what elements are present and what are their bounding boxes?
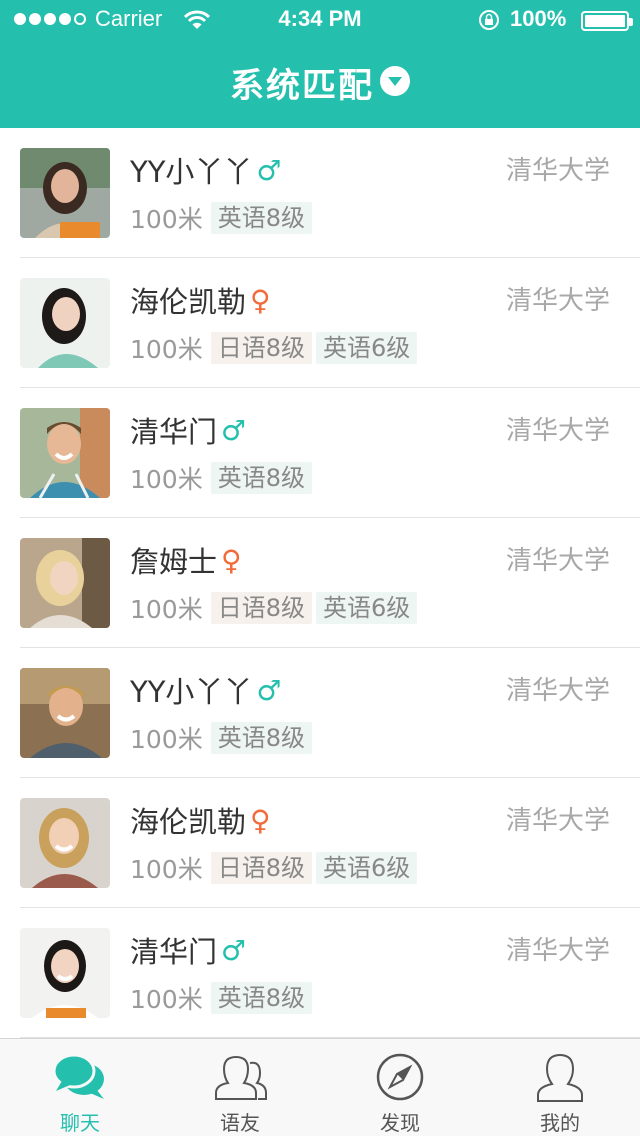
user-school: 清华大学 [505,286,610,316]
list-item[interactable]: 詹姆士 ♀ 清华大学 100米 日语8级 英语6级 [0,518,640,648]
language-tag: 日语8级 [210,592,312,624]
user-distance: 100米 [130,205,203,234]
profile-icon [537,1053,583,1102]
user-distance: 100米 [130,335,203,364]
avatar [20,798,110,888]
user-distance: 100米 [130,855,203,884]
language-tag: 英语6级 [316,592,418,624]
tab-label: 我的 [540,1111,580,1135]
user-distance: 100米 [130,985,203,1014]
battery-percentage: 100% [510,6,567,31]
user-school: 清华大学 [505,546,610,576]
female-icon: ♀ [250,803,271,837]
avatar [20,278,110,368]
tab-label: 发现 [380,1111,420,1135]
language-tag: 英语6级 [316,332,418,364]
avatar [20,538,110,628]
user-distance: 100米 [130,465,203,494]
user-school: 清华大学 [505,936,610,966]
user-name: 詹姆士 [130,545,218,579]
compass-icon [376,1053,424,1101]
user-name: YY小丫丫 [130,155,253,189]
female-icon: ♀ [250,283,271,317]
avatar [20,928,110,1018]
user-name: 清华门 [130,415,218,449]
avatar [20,668,110,758]
tab-discover[interactable]: 发现 [320,1039,480,1136]
list-item[interactable]: YY小丫丫 ♂ 清华大学 100米 英语8级 [0,648,640,778]
tab-profile[interactable]: 我的 [480,1039,640,1136]
tab-bar: 聊天 语友 发现 我的 [0,1038,640,1136]
rotation-lock-icon [479,10,499,30]
language-tag: 英语6级 [316,852,418,884]
user-name: 海伦凯勒 [130,805,247,839]
friends-icon [215,1055,267,1100]
avatar [20,408,110,498]
user-name: 海伦凯勒 [130,285,247,319]
user-match-list[interactable]: YY小丫丫 ♂ 清华大学 100米 英语8级 海伦凯勒 ♀ 清华大学 100米 … [0,128,640,1038]
language-tag: 英语8级 [210,722,312,754]
user-name: YY小丫丫 [130,675,253,709]
female-icon: ♀ [221,543,242,577]
user-school: 清华大学 [505,676,610,706]
user-school: 清华大学 [505,416,610,446]
male-icon: ♂ [221,933,247,967]
tab-label: 语友 [220,1111,260,1135]
avatar [20,148,110,238]
tab-label: 聊天 [60,1111,100,1135]
chat-bubbles-icon [52,1053,104,1099]
language-tag: 英语8级 [210,462,312,494]
user-distance: 100米 [130,595,203,624]
battery-icon [581,11,633,31]
status-bar: Carrier 4:34 PM 100% [0,0,640,40]
male-icon: ♂ [256,153,282,187]
language-tag: 英语8级 [210,982,312,1014]
language-tag: 日语8级 [210,332,312,364]
list-item[interactable]: 清华门 ♂ 清华大学 100米 英语8级 [0,908,640,1038]
language-tag: 英语8级 [210,202,312,234]
list-item[interactable]: YY小丫丫 ♂ 清华大学 100米 英语8级 [0,128,640,258]
top-bar: Carrier 4:34 PM 100% 系统匹配 [0,0,640,128]
dropdown-arrow-icon [380,65,410,96]
language-tag: 日语8级 [210,852,312,884]
user-distance: 100米 [130,725,203,754]
page-title: 系统匹配 [230,66,374,106]
match-mode-selector[interactable]: 系统匹配 [0,58,640,108]
user-school: 清华大学 [505,806,610,836]
user-school: 清华大学 [505,156,610,186]
list-item[interactable]: 海伦凯勒 ♀ 清华大学 100米 日语8级 英语6级 [0,258,640,388]
tab-friends[interactable]: 语友 [160,1039,320,1136]
tab-chat[interactable]: 聊天 [0,1039,160,1136]
male-icon: ♂ [256,673,282,707]
male-icon: ♂ [221,413,247,447]
list-item[interactable]: 海伦凯勒 ♀ 清华大学 100米 日语8级 英语6级 [0,778,640,908]
list-item[interactable]: 清华门 ♂ 清华大学 100米 英语8级 [0,388,640,518]
user-name: 清华门 [130,935,218,969]
